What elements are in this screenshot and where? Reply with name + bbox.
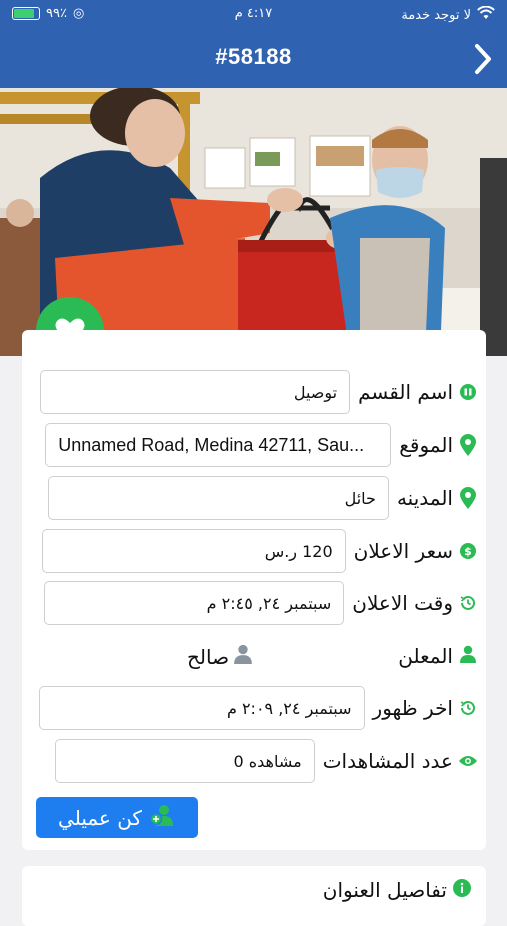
price-row: $ سعر الاعلان 120 ر.س [41, 529, 477, 573]
cta-label: كن عميلي [58, 805, 142, 830]
location-label: الموقع [399, 433, 453, 457]
advertiser-label-group: المعلن [398, 644, 477, 668]
become-my-client-button[interactable]: كن عميلي [36, 797, 198, 838]
svg-text:$: $ [464, 545, 472, 558]
city-label: المدينه [396, 486, 453, 510]
last-seen-label: اخر ظهور [372, 696, 453, 720]
posted-label-group: وقت الاعلان [352, 591, 477, 615]
chevron-right-icon [475, 44, 491, 74]
user-avatar-icon [233, 644, 253, 669]
history-icon [459, 594, 477, 612]
posted-label: وقت الاعلان [352, 591, 453, 615]
dollar-icon: $ [459, 542, 477, 560]
last-seen-row: اخر ظهور سبتمبر ٢٤, ٢:٠٩ م [38, 686, 477, 730]
location-label-group: الموقع [399, 433, 477, 457]
price-label-group: $ سعر الاعلان [354, 539, 477, 563]
views-field: مشاهده 0 [54, 739, 315, 783]
price-field: 120 ر.س [41, 529, 346, 573]
eye-icon [459, 752, 477, 770]
address-details-title: تفاصيل العنوان [322, 878, 447, 902]
advertiser-name: صالح [187, 644, 230, 669]
map-pin-icon [459, 434, 477, 456]
location-field: Unnamed Road, Medina 42711, Sau... [45, 423, 392, 467]
carrier-text: لا توجد خدمة [401, 7, 471, 23]
category-row: اسم القسم توصيل [40, 370, 477, 414]
category-icon [459, 383, 477, 401]
views-label-group: عدد المشاهدات [323, 749, 477, 773]
advertiser-row: المعلن صالح [37, 642, 477, 672]
category-label: اسم القسم [358, 380, 453, 404]
category-label-group: اسم القسم [358, 380, 477, 404]
nav-bar: #58188 [0, 30, 507, 88]
back-button[interactable] [467, 42, 497, 76]
advertiser-name-link[interactable]: صالح [187, 644, 253, 669]
user-icon [459, 644, 477, 668]
address-details-heading: تفاصيل العنوان [323, 878, 471, 902]
city-label-group: المدينه [397, 486, 477, 510]
last-seen-field: سبتمبر ٢٤, ٢:٠٩ م [38, 686, 365, 730]
city-field: حائل [47, 476, 389, 520]
city-row: المدينه حائل [47, 476, 477, 520]
add-user-icon [149, 804, 176, 831]
history-icon [459, 699, 477, 717]
status-bar: ٩٩٪ ◎ ٤:١٧ م لا توجد خدمة [0, 0, 507, 30]
views-row: عدد المشاهدات مشاهده 0 [54, 739, 477, 783]
status-right: لا توجد خدمة [401, 5, 495, 24]
map-pin-icon [459, 487, 477, 509]
category-field: توصيل [40, 370, 351, 414]
posted-row: وقت الاعلان سبتمبر ٢٤, ٢:٤٥ م [44, 581, 477, 625]
location-row: الموقع Unnamed Road, Medina 42711, Sau..… [45, 423, 477, 467]
wifi-icon [477, 5, 495, 24]
views-label: عدد المشاهدات [322, 749, 453, 773]
last-seen-label-group: اخر ظهور [373, 696, 477, 720]
posted-field: سبتمبر ٢٤, ٢:٤٥ م [44, 581, 345, 625]
advertiser-label: المعلن [398, 644, 453, 668]
page-title: #58188 [215, 44, 292, 69]
price-label: سعر الاعلان [353, 539, 453, 563]
info-icon [453, 878, 471, 902]
